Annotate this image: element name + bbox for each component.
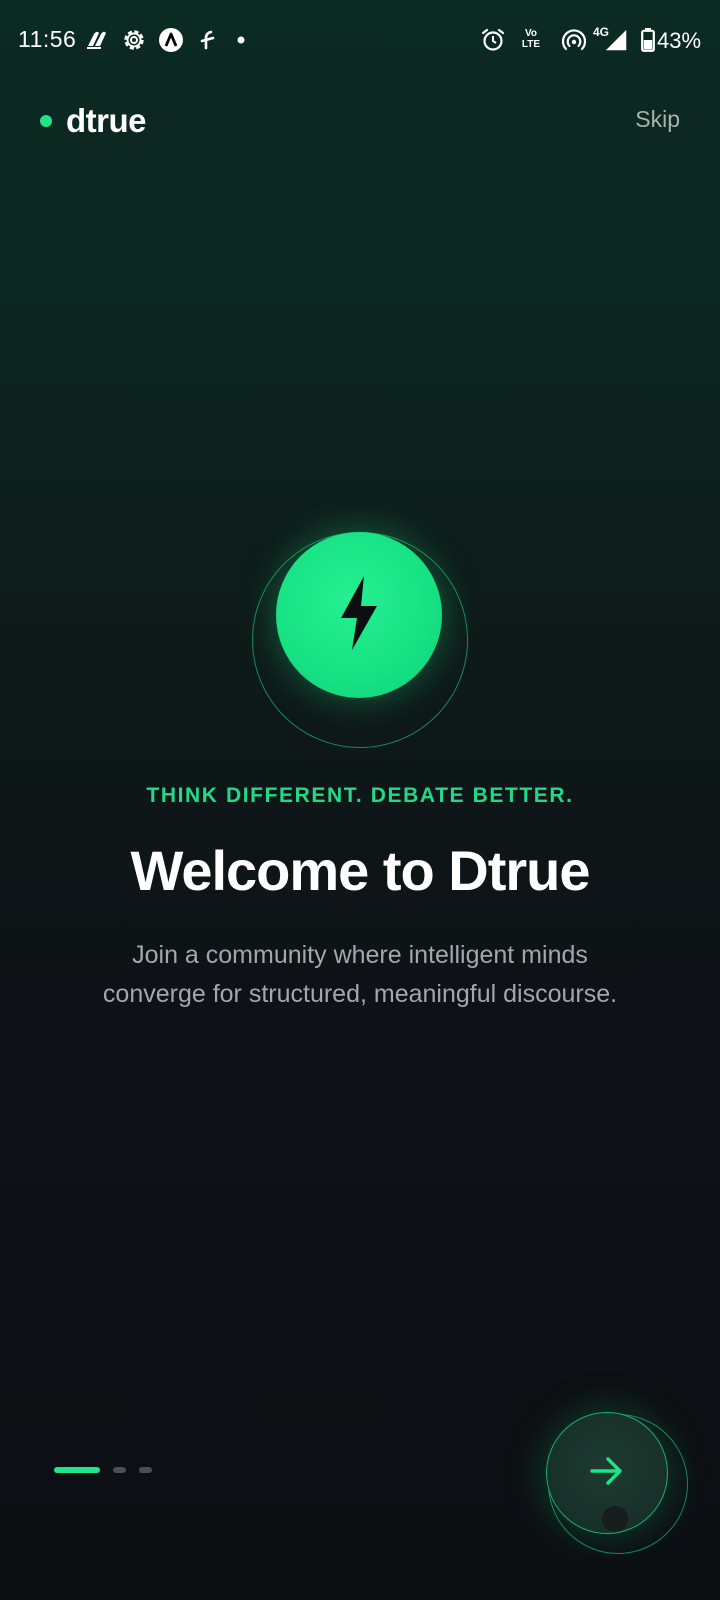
status-bar: 11:56 Vo LTE 4G 43% — [0, 0, 720, 84]
skip-button[interactable]: Skip — [635, 106, 680, 133]
brand-dot-icon — [40, 115, 52, 127]
hero-illustration — [252, 532, 468, 748]
page-indicator — [54, 1467, 165, 1473]
next-button-knob — [602, 1506, 628, 1532]
lightning-bolt-icon — [337, 575, 381, 655]
signal-4g-icon — [604, 28, 630, 54]
page-indicator-dot — [139, 1467, 152, 1473]
volte-label-bottom: LTE — [521, 39, 541, 50]
flash-app-icon — [196, 27, 222, 53]
hotspot-icon — [561, 27, 587, 53]
brand-logo: dtrue — [40, 102, 147, 140]
dot-icon — [228, 27, 254, 53]
tagline: THINK DIFFERENT. DEBATE BETTER. — [146, 784, 574, 807]
battery-percent: 43% — [657, 28, 702, 53]
status-time: 11:56 — [18, 26, 77, 52]
stylus-icon — [84, 27, 110, 53]
battery-icon — [639, 27, 657, 53]
page-title: Welcome to Dtrue — [130, 839, 590, 902]
brand-name: dtrue — [66, 102, 147, 139]
alarm-icon — [480, 27, 506, 53]
gear-icon — [121, 27, 147, 53]
page-subtitle: Join a community where intelligent minds… — [102, 941, 618, 1008]
hero-badge — [276, 532, 442, 698]
page-indicator-dot-active — [54, 1467, 100, 1473]
volte-label-top: Vo — [524, 28, 538, 39]
a-badge-icon — [158, 27, 184, 53]
arrow-right-icon — [589, 1456, 625, 1491]
next-button-wrapper — [546, 1412, 690, 1556]
volte-icon: Vo LTE — [516, 28, 546, 50]
page-indicator-dot — [113, 1467, 126, 1473]
